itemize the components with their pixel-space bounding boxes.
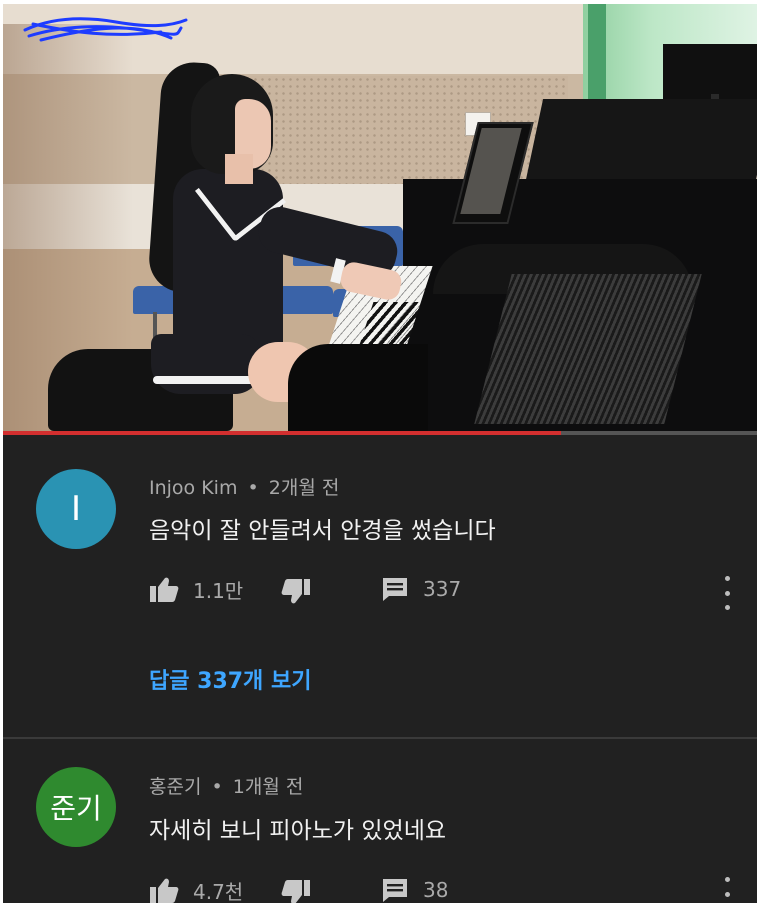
comment-text: 자세히 보니 피아노가 있었네요	[149, 818, 447, 844]
comment-author[interactable]: 홍준기	[149, 776, 201, 798]
avatar[interactable]: 준기	[36, 767, 116, 847]
like-button[interactable]: 4.7천	[149, 876, 243, 903]
avatar-initial: I	[70, 489, 82, 529]
like-count: 1.1만	[193, 579, 244, 603]
comment-icon	[383, 578, 407, 601]
avatar-initial: 준기	[50, 792, 102, 825]
comment-meta: 홍준기 • 1개월 전	[149, 772, 303, 799]
dislike-button[interactable]	[281, 879, 311, 903]
like-button[interactable]: 1.1만	[149, 575, 243, 604]
thumbs-down-icon	[281, 579, 310, 604]
comment-time: 1개월 전	[232, 776, 304, 798]
comment-divider	[3, 737, 757, 739]
reply-button[interactable]: 337	[381, 576, 461, 602]
like-count: 4.7천	[193, 880, 244, 903]
avatar[interactable]: I	[36, 469, 116, 549]
video-progress-fill	[3, 431, 561, 435]
meta-separator: •	[247, 477, 259, 499]
video-player[interactable]	[3, 4, 757, 431]
more-vert-icon[interactable]	[717, 576, 737, 610]
comment-text: 음악이 잘 안들려서 안경을 썼습니다	[149, 518, 496, 544]
view-replies-link[interactable]: 답글 337개 보기	[149, 663, 311, 695]
more-vert-icon[interactable]	[717, 877, 737, 903]
dislike-button[interactable]	[281, 578, 311, 604]
scribble-redaction	[23, 17, 188, 42]
video-progress-bar[interactable]	[3, 431, 757, 435]
comment-time: 2개월 전	[268, 477, 340, 499]
reply-button[interactable]: 38	[381, 877, 448, 903]
screenshot-frame: I Injoo Kim • 2개월 전 음악이 잘 안들려서 안경을 썼습니다 …	[3, 4, 757, 903]
reply-count: 38	[423, 878, 449, 902]
thumbs-down-icon	[281, 880, 310, 903]
comment-meta: Injoo Kim • 2개월 전	[149, 473, 339, 500]
thumbs-up-icon	[150, 577, 179, 602]
comment-author[interactable]: Injoo Kim	[149, 477, 237, 499]
meta-separator: •	[211, 776, 223, 798]
thumbs-up-icon	[150, 878, 179, 903]
reply-count: 337	[423, 577, 462, 601]
comment-icon	[383, 879, 407, 902]
